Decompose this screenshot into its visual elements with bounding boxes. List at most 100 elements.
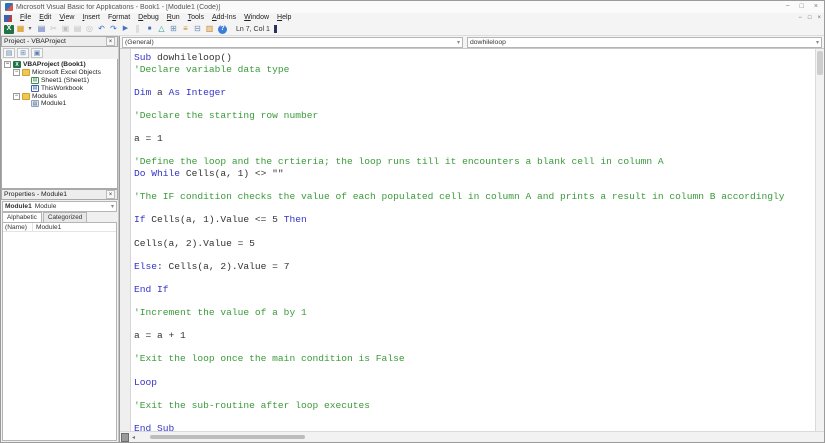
procedure-dropdown-value: dowhileloop <box>470 38 506 46</box>
project-explorer-panel: Project - VBAProject × ▤ ⊞ ▣ − X VBAProject … <box>1 36 118 189</box>
excel-icon: X <box>13 61 21 69</box>
insert-dropdown-caret-icon: ▾ <box>28 26 32 32</box>
tree-expander-icon[interactable]: − <box>13 92 20 100</box>
redo-icon[interactable]: ↷ <box>108 24 119 34</box>
object-dropdown-value: (General) <box>125 38 154 46</box>
tab-alphabetic[interactable]: Alphabetic <box>2 212 42 222</box>
tree-item-label: ThisWorkbook <box>41 84 84 92</box>
menu-items: File Edit View Insert Format Debug Run Tools Add… <box>16 13 295 23</box>
chevron-down-icon: ▾ <box>110 204 114 210</box>
toolbar-handle <box>273 25 277 33</box>
tree-item-label: Sheet1 (Sheet1) <box>41 76 90 84</box>
copy-icon: ▣ <box>61 24 70 33</box>
object-browser-icon[interactable]: ⊟ <box>192 24 203 34</box>
object-dropdown[interactable]: (General) ▾ <box>122 36 463 48</box>
vba-editor-window: Microsoft Visual Basic for Applications … <box>0 0 825 443</box>
properties-object-selector[interactable]: Module1 Module ▾ <box>2 201 117 212</box>
vertical-scrollbar[interactable] <box>815 49 824 431</box>
code-line: End If <box>134 283 169 295</box>
child-minimize-icon[interactable]: − <box>798 15 802 21</box>
scroll-left-icon[interactable]: ◂ <box>129 433 138 442</box>
code-line: Dim a As Integer <box>134 86 227 98</box>
code-window: (General) ▾ dowhileloop ▾ Sub dowhileloo… <box>119 36 824 442</box>
property-value: Module1 <box>36 223 62 231</box>
tree-item-sheet1sheet1[interactable]: ▤ Sheet1 (Sheet1) <box>4 76 117 85</box>
tree-item-microsoftexcelobjects[interactable]: − Microsoft Excel Objects <box>4 69 117 77</box>
code-editor[interactable]: Sub dowhileloop() 'Declare variable data … <box>131 49 815 431</box>
horizontal-scrollbar[interactable]: ◂ <box>120 431 824 442</box>
code-line: a = a + 1 <box>134 330 186 342</box>
tree-item-thisworkbook[interactable]: ▤ ThisWorkbook <box>4 84 117 92</box>
properties-window-icon[interactable]: ≡ <box>180 24 191 34</box>
vb-document-icon <box>4 14 12 22</box>
code-line: Else: Cells(a, 2).Value = 7 <box>134 260 290 272</box>
split-handle[interactable] <box>121 432 129 442</box>
break-icon: ∥ <box>135 24 140 33</box>
menu-file[interactable]: File <box>16 13 35 23</box>
undo-icon[interactable]: ↶ <box>96 24 107 34</box>
menu-edit[interactable]: Edit <box>35 13 55 23</box>
properties-panel: Properties - Module1 × Module1 Module ▾ … <box>1 189 118 442</box>
tab-categorized[interactable]: Categorized <box>42 212 88 222</box>
properties-grid: (Name) Module1 <box>2 222 117 441</box>
code-line: 'Declare variable data type <box>134 63 290 75</box>
project-panel-close-icon[interactable]: × <box>106 37 115 46</box>
maximize-icon[interactable]: □ <box>800 3 804 11</box>
view-object-icon[interactable]: ⊞ <box>17 48 29 58</box>
menu-insert[interactable]: Insert <box>78 13 104 23</box>
menu-debug[interactable]: Debug <box>134 13 163 23</box>
cursor-position-label: Ln 7, Col 1 <box>236 25 270 33</box>
menu-format[interactable]: Format <box>104 13 134 23</box>
close-icon[interactable]: × <box>814 3 818 11</box>
properties-panel-header: Properties - Module1 × <box>1 189 118 200</box>
tree-item-label: Modules <box>32 92 57 100</box>
code-line: Sub dowhileloop() <box>134 52 232 63</box>
project-panel-header: Project - VBAProject × <box>1 36 118 47</box>
horizontal-scrollbar-thumb[interactable] <box>150 435 305 439</box>
properties-panel-close-icon[interactable]: × <box>106 190 115 199</box>
tree-expander-icon[interactable]: − <box>4 61 11 69</box>
procedure-dropdown[interactable]: dowhileloop ▾ <box>467 36 822 48</box>
menu-window[interactable]: Window <box>240 13 273 23</box>
menu-help[interactable]: Help <box>273 13 295 23</box>
minimize-icon[interactable]: − <box>786 3 790 11</box>
reset-icon[interactable]: ■ <box>144 24 155 34</box>
property-name: (Name) <box>3 223 33 231</box>
tree-item-modules[interactable]: − Modules <box>4 92 117 100</box>
save-icon[interactable]: ▤ <box>36 24 47 34</box>
paste-icon: ▤ <box>73 24 82 33</box>
menu-tools[interactable]: Tools <box>184 13 208 23</box>
chevron-down-icon: ▾ <box>815 39 819 46</box>
tree-expander-icon[interactable]: − <box>13 69 20 77</box>
view-code-icon[interactable]: ▤ <box>3 48 15 58</box>
tree-item-module1[interactable]: ▤ Module1 <box>4 100 117 108</box>
folder-icon <box>22 69 30 77</box>
module-icon: ▤ <box>31 100 39 108</box>
menu-addins[interactable]: Add-Ins <box>208 13 240 23</box>
design-mode-icon[interactable]: △ <box>156 24 167 34</box>
child-close-icon[interactable]: × <box>817 15 821 21</box>
vertical-scrollbar-thumb[interactable] <box>817 51 823 75</box>
insert-userform-icon[interactable]: ▦ <box>15 24 26 34</box>
view-microsoft-excel-icon[interactable]: X <box>4 24 14 34</box>
properties-panel-title: Properties - Module1 <box>4 191 68 198</box>
cut-icon: ✂ <box>50 24 57 33</box>
toggle-folders-icon[interactable]: ▣ <box>31 48 43 58</box>
help-icon[interactable]: ? <box>218 24 227 34</box>
run-icon[interactable]: ▶ <box>120 24 131 34</box>
toolbox-icon[interactable]: ▥ <box>204 24 215 34</box>
child-restore-icon[interactable]: □ <box>808 15 812 21</box>
menu-run[interactable]: Run <box>163 13 184 23</box>
project-explorer-icon[interactable]: ⊞ <box>168 24 179 34</box>
tree-item-vbaprojectbook1[interactable]: − X VBAProject (Book1) <box>4 61 117 69</box>
menu-view[interactable]: View <box>55 13 78 23</box>
property-row[interactable]: (Name) Module1 <box>3 223 116 232</box>
